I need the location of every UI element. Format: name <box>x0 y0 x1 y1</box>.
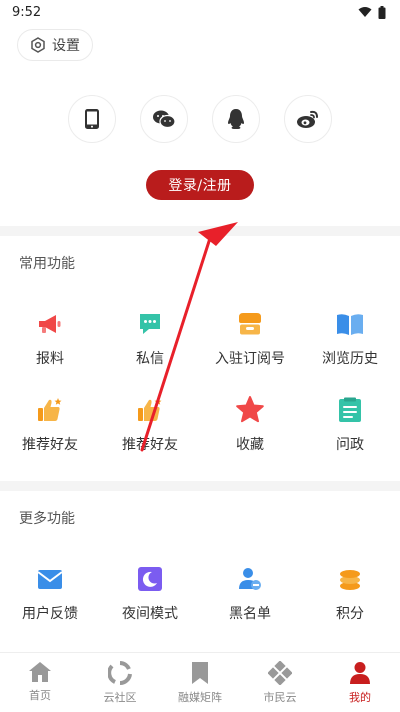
wechat-login-button[interactable] <box>140 95 188 143</box>
more-functions-grid: 用户反馈 夜间模式 黑名单 积分 <box>0 551 400 637</box>
community-icon <box>108 661 132 685</box>
grid-item-points[interactable]: 积分 <box>300 551 400 637</box>
grid-item-private-message[interactable]: 私信 <box>100 296 200 382</box>
tab-mine[interactable]: 我的 <box>320 653 400 712</box>
bottom-tab-bar: 首页 云社区 融媒矩阵 市民云 我的 <box>0 652 400 712</box>
grid-item-inquiry[interactable]: 问政 <box>300 382 400 468</box>
tab-citizen-cloud[interactable]: 市民云 <box>240 653 320 712</box>
section-divider <box>0 226 400 236</box>
mail-icon <box>36 565 64 593</box>
status-bar: 9:52 <box>0 0 400 24</box>
grid-item-night-mode[interactable]: 夜间模式 <box>100 551 200 637</box>
grid-item-blacklist[interactable]: 黑名单 <box>200 551 300 637</box>
moon-icon <box>136 565 164 593</box>
qq-icon <box>228 109 244 129</box>
tab-community[interactable]: 云社区 <box>80 653 160 712</box>
section-divider-2 <box>0 481 400 491</box>
chat-icon <box>136 310 164 338</box>
grid-item-recommend-friend-2[interactable]: 推荐好友 <box>100 382 200 468</box>
settings-label: 设置 <box>52 38 80 54</box>
home-icon <box>29 662 51 682</box>
phone-icon <box>85 109 99 129</box>
qq-login-button[interactable] <box>212 95 260 143</box>
store-icon <box>236 310 264 338</box>
diamond-icon <box>268 661 292 685</box>
wifi-icon <box>358 7 372 17</box>
megaphone-icon <box>36 310 64 338</box>
star-icon <box>236 396 264 424</box>
bookmark-icon <box>192 662 208 684</box>
coins-icon <box>336 565 364 593</box>
settings-button[interactable]: 设置 <box>17 29 93 61</box>
tab-media-matrix[interactable]: 融媒矩阵 <box>160 653 240 712</box>
grid-item-favorites[interactable]: 收藏 <box>200 382 300 468</box>
status-time: 9:52 <box>12 4 42 20</box>
grid-item-recommend-friend[interactable]: 推荐好友 <box>0 382 100 468</box>
social-login-row <box>0 95 400 143</box>
thumbs-up-icon <box>136 396 164 424</box>
login-register-button[interactable]: 登录/注册 <box>146 170 254 200</box>
more-functions-title: 更多功能 <box>19 511 75 527</box>
status-icons <box>358 5 386 19</box>
thumbs-up-icon <box>36 396 64 424</box>
battery-icon <box>378 5 386 19</box>
grid-item-history[interactable]: 浏览历史 <box>300 296 400 382</box>
hexagon-settings-icon <box>31 37 45 53</box>
phone-login-button[interactable] <box>68 95 116 143</box>
grid-item-report[interactable]: 报料 <box>0 296 100 382</box>
wechat-icon <box>153 110 176 129</box>
grid-item-subscribe[interactable]: 入驻订阅号 <box>200 296 300 382</box>
user-icon <box>350 662 370 684</box>
block-user-icon <box>236 565 264 593</box>
common-functions-grid: 报料 私信 入驻订阅号 浏览历史 推荐好友 推荐好友 收藏 问政 <box>0 296 400 468</box>
grid-item-feedback[interactable]: 用户反馈 <box>0 551 100 637</box>
weibo-login-button[interactable] <box>284 95 332 143</box>
tab-home[interactable]: 首页 <box>0 653 80 712</box>
weibo-icon <box>297 110 318 128</box>
list-icon <box>336 396 364 424</box>
book-icon <box>336 310 364 338</box>
common-functions-title: 常用功能 <box>19 256 75 272</box>
